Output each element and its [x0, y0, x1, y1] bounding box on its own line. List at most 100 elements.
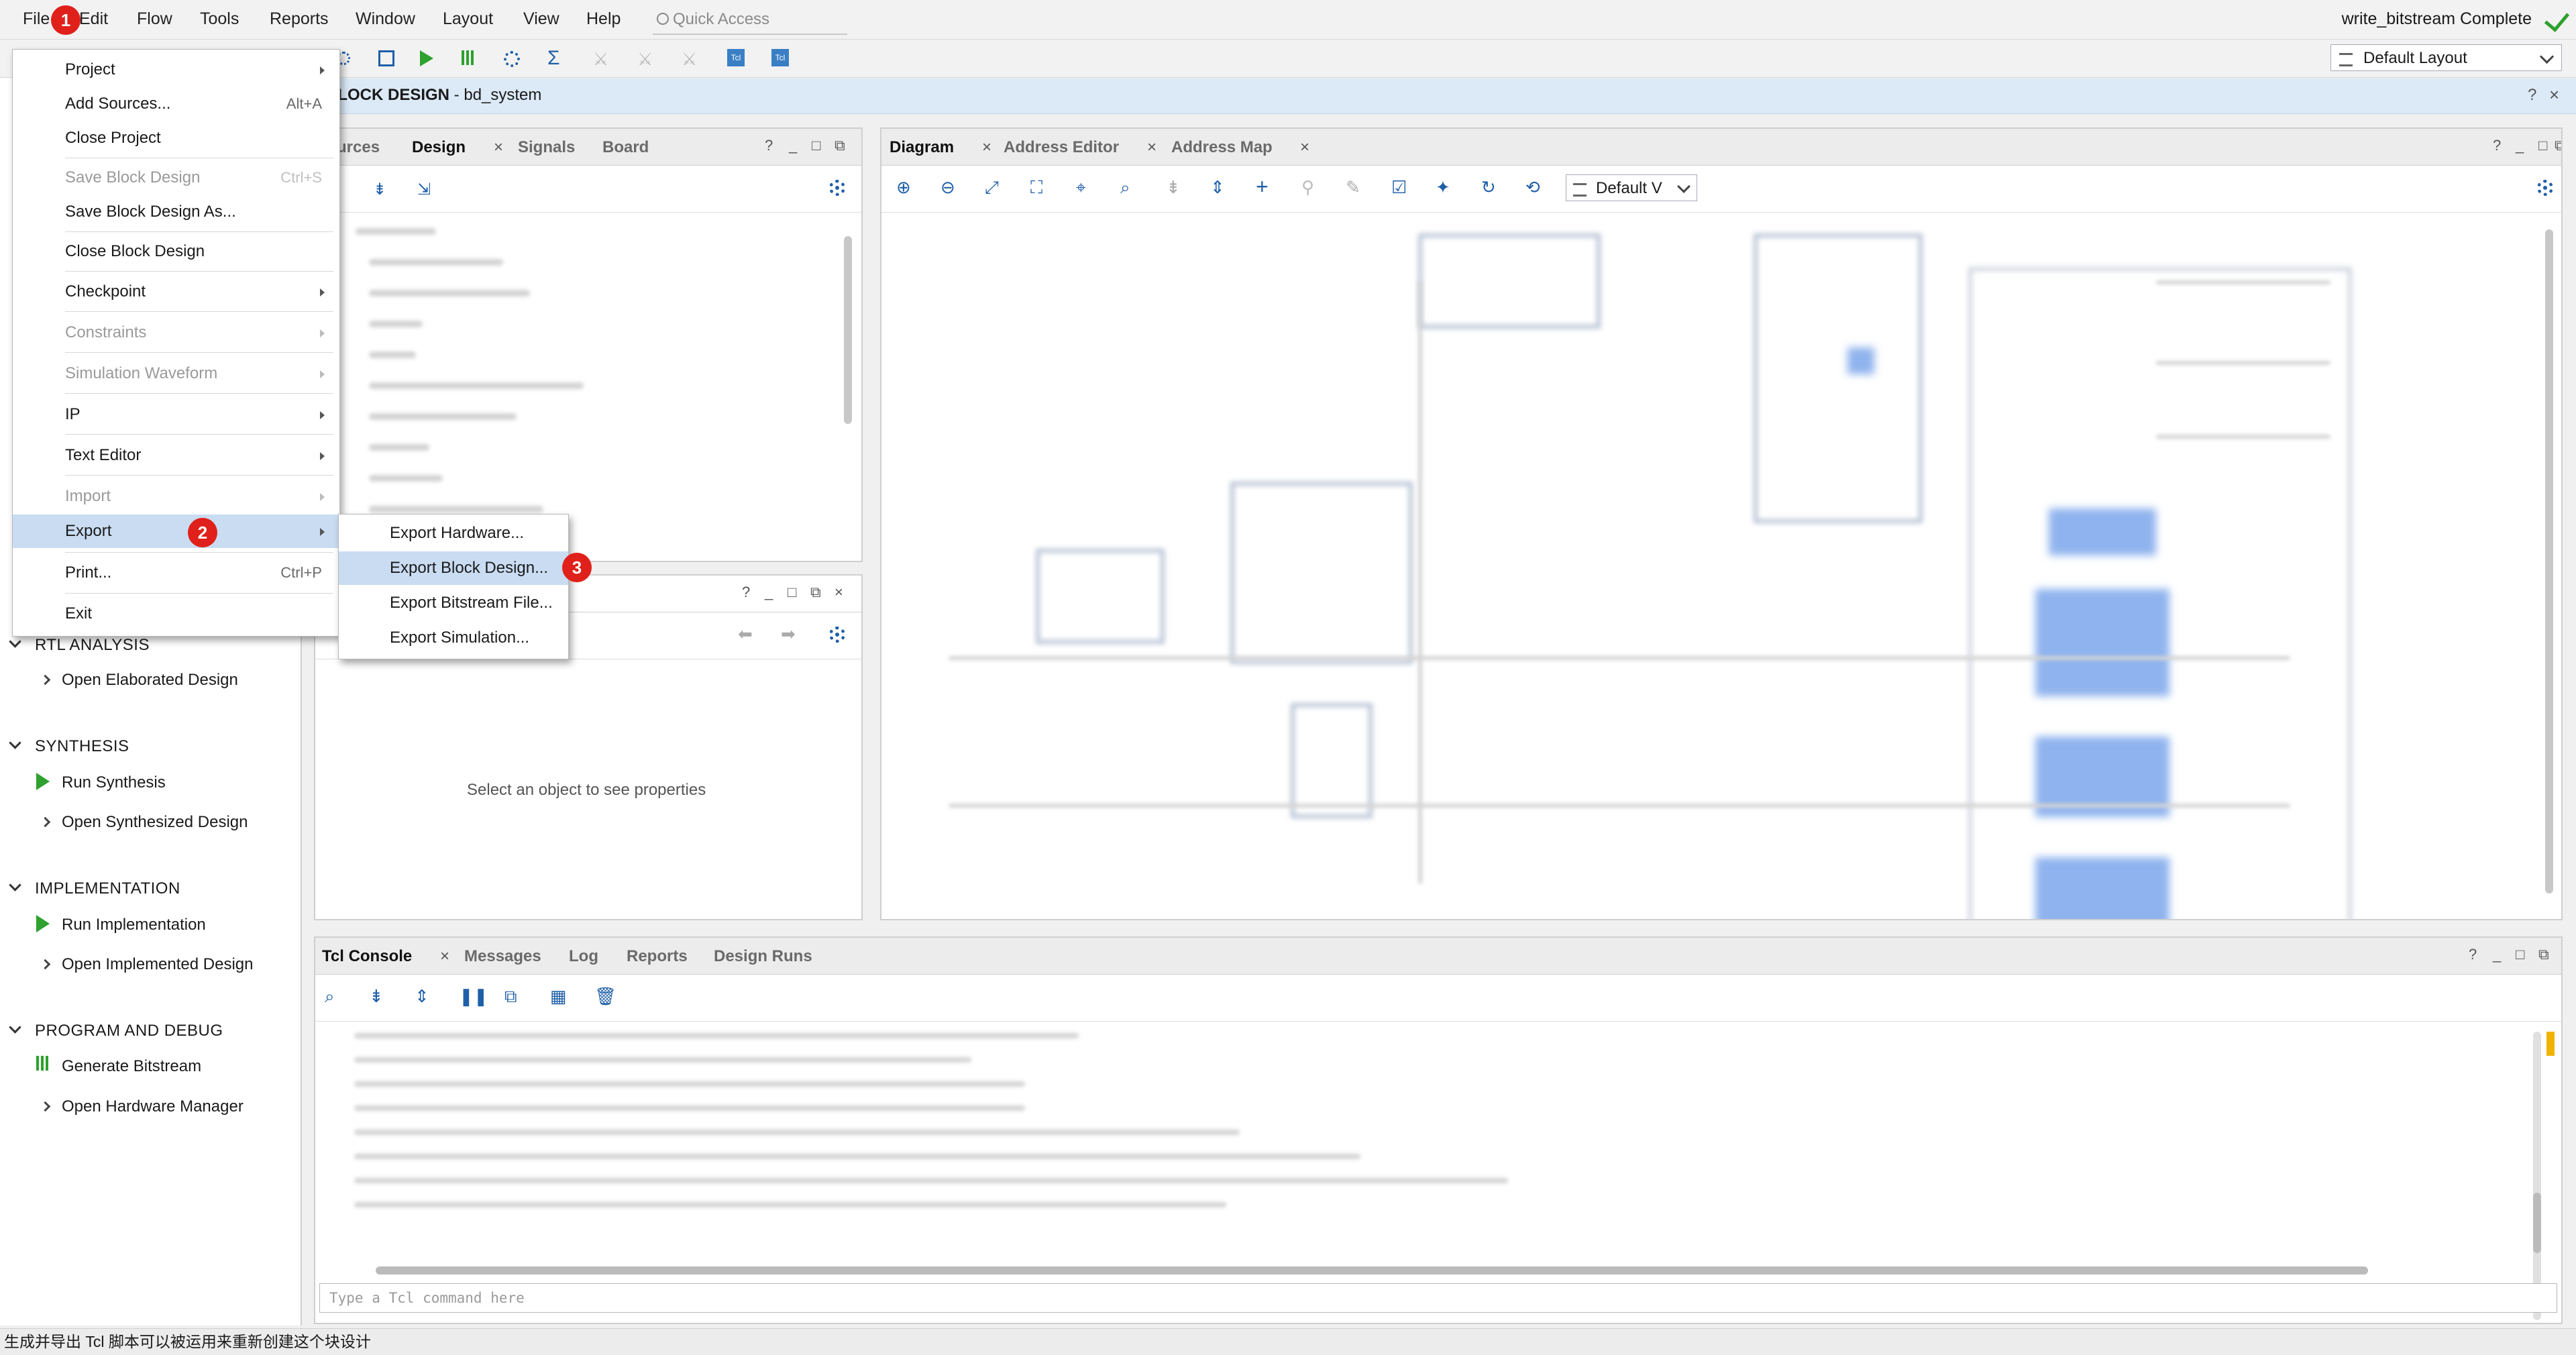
copy-icon[interactable]: ⧉ [504, 986, 517, 1008]
pause-icon[interactable]: ❚❚ [459, 986, 488, 1007]
menu-edit[interactable]: Edit [79, 9, 108, 29]
help-icon[interactable]: ? [2493, 137, 2501, 154]
close-tab-icon[interactable]: × [1300, 138, 1309, 157]
menu-item-project[interactable]: Project [13, 53, 339, 87]
ip-block[interactable] [2049, 508, 2156, 555]
nav-run-synthesis[interactable]: Run Synthesis [62, 773, 166, 792]
minimize-icon[interactable]: _ [2493, 946, 2501, 963]
nav-open-synthesized-design[interactable]: Open Synthesized Design [62, 813, 248, 832]
gear-icon[interactable] [502, 49, 521, 68]
menu-item-export[interactable]: Export [13, 514, 339, 548]
help-icon[interactable]: ? [2469, 946, 2477, 963]
center-icon[interactable]: ⌖ [1076, 177, 1086, 199]
block-design-canvas[interactable] [881, 213, 2561, 919]
menu-item-close-project[interactable]: Close Project [13, 121, 339, 155]
close-tab-icon[interactable]: × [440, 947, 449, 966]
tcl-icon[interactable]: Tcl [727, 49, 745, 66]
menu-item-ip[interactable]: IP [13, 398, 339, 431]
tcl-icon-2[interactable]: Tcl [771, 49, 789, 66]
hierarchy-icon[interactable]: ⇲ [417, 180, 431, 199]
help-icon[interactable]: ? [742, 584, 750, 601]
nav-run-implementation[interactable]: Run Implementation [62, 916, 206, 934]
tab-design[interactable]: Design [412, 138, 466, 157]
horizontal-scrollbar-thumb[interactable] [376, 1266, 2368, 1275]
tcl-command-input[interactable]: Type a Tcl command here [319, 1283, 2557, 1313]
tab-log[interactable]: Log [569, 947, 598, 966]
collapse-all-icon[interactable]: ⇟ [373, 180, 386, 199]
zoom-in-icon[interactable]: ⊕ [896, 177, 911, 198]
nav-generate-bitstream[interactable]: Generate Bitstream [62, 1057, 201, 1076]
nav-open-implemented-design[interactable]: Open Implemented Design [62, 955, 254, 974]
refresh-icon[interactable]: ↻ [1481, 177, 1496, 198]
validate-icon[interactable]: ☑ [1391, 177, 1407, 198]
scrollbar-thumb[interactable] [2545, 229, 2553, 893]
forward-arrow-icon[interactable]: ➡ [781, 624, 796, 645]
tab-diagram[interactable]: Diagram [890, 138, 954, 157]
layout-select[interactable]: Default Layout [2330, 44, 2562, 71]
close-tab-icon[interactable]: × [494, 138, 503, 157]
ip-block[interactable] [1230, 482, 1413, 664]
menu-flow[interactable]: Flow [137, 9, 172, 29]
interconnect-block[interactable] [1754, 233, 1923, 523]
chevron-down-icon[interactable] [9, 1021, 21, 1034]
close-tab-icon[interactable]: × [1147, 138, 1157, 157]
tab-reports[interactable]: Reports [627, 947, 688, 966]
menu-view[interactable]: View [523, 9, 559, 29]
search-icon[interactable]: ⌕ [1120, 177, 1130, 199]
close-tab-icon[interactable]: × [982, 138, 991, 157]
table-icon[interactable]: ▦ [550, 986, 567, 1007]
scrollbar-thumb[interactable] [844, 236, 852, 424]
sigma-icon[interactable]: Σ [547, 48, 566, 68]
minimize-icon[interactable]: _ [2516, 137, 2524, 154]
maximize-icon[interactable]: □ [788, 584, 796, 601]
vertical-scrollbar[interactable] [2533, 1032, 2541, 1320]
expand-all-icon[interactable]: ⇕ [415, 986, 429, 1007]
view-select[interactable]: Default V [1566, 174, 1697, 201]
tab-address-editor[interactable]: Address Editor [1004, 138, 1119, 157]
help-icon[interactable]: ? [765, 137, 773, 154]
tab-board[interactable]: Board [602, 138, 649, 157]
trash-icon[interactable]: 🗑 [594, 986, 616, 1007]
menu-item-export-bitstream-file[interactable]: Export Bitstream File... [339, 586, 568, 620]
tab-design-runs[interactable]: Design Runs [714, 947, 812, 966]
maximize-icon[interactable]: □ [2538, 137, 2547, 154]
menu-reports[interactable]: Reports [270, 9, 329, 29]
search-icon[interactable]: ⌕ [325, 986, 335, 1008]
close-icon[interactable]: × [835, 584, 843, 601]
tab-tcl-console[interactable]: Tcl Console [322, 947, 412, 966]
scrollbar-thumb[interactable] [2533, 1193, 2541, 1253]
ip-block[interactable] [1291, 703, 1373, 818]
tab-sources[interactable]: urces [337, 138, 380, 157]
minimize-icon[interactable]: _ [765, 584, 773, 601]
menu-item-export-simulation[interactable]: Export Simulation... [339, 621, 568, 655]
bitstream-icon[interactable] [459, 49, 478, 68]
menu-tools[interactable]: Tools [200, 9, 239, 29]
menu-item-print[interactable]: Print... Ctrl+P [13, 556, 339, 590]
chevron-down-icon[interactable] [9, 737, 21, 749]
back-arrow-icon[interactable]: ⬅ [738, 624, 753, 645]
menu-layout[interactable]: Layout [443, 9, 493, 29]
tab-signals[interactable]: Signals [518, 138, 575, 157]
gear-icon[interactable] [829, 180, 845, 196]
menu-item-close-block-design[interactable]: Close Block Design [13, 235, 339, 268]
close-icon[interactable]: × [2549, 85, 2559, 105]
tab-messages[interactable]: Messages [464, 947, 541, 966]
menu-help[interactable]: Help [586, 9, 621, 29]
menu-item-exit[interactable]: Exit [13, 597, 339, 631]
ip-block[interactable] [2035, 589, 2169, 696]
menu-item-text-editor[interactable]: Text Editor [13, 439, 339, 472]
float-icon[interactable]: ⧉ [2538, 946, 2549, 963]
float-icon[interactable]: ⧉ [810, 584, 821, 601]
menu-file[interactable]: File [23, 9, 50, 29]
collapse-all-icon[interactable]: ⇟ [369, 986, 384, 1007]
float-icon[interactable]: ⧉ [2555, 137, 2561, 154]
validate-icon[interactable] [377, 49, 396, 68]
nav-open-elaborated-design[interactable]: Open Elaborated Design [62, 671, 238, 690]
maximize-icon[interactable]: □ [2516, 946, 2524, 963]
tab-address-map[interactable]: Address Map [1171, 138, 1273, 157]
quick-access-input[interactable]: Quick Access [653, 5, 847, 35]
float-icon[interactable]: ⧉ [835, 137, 845, 154]
fit-icon[interactable]: ⤢ [985, 177, 999, 199]
menu-item-export-block-design[interactable]: Export Block Design... [339, 551, 568, 585]
chevron-down-icon[interactable] [9, 635, 21, 648]
